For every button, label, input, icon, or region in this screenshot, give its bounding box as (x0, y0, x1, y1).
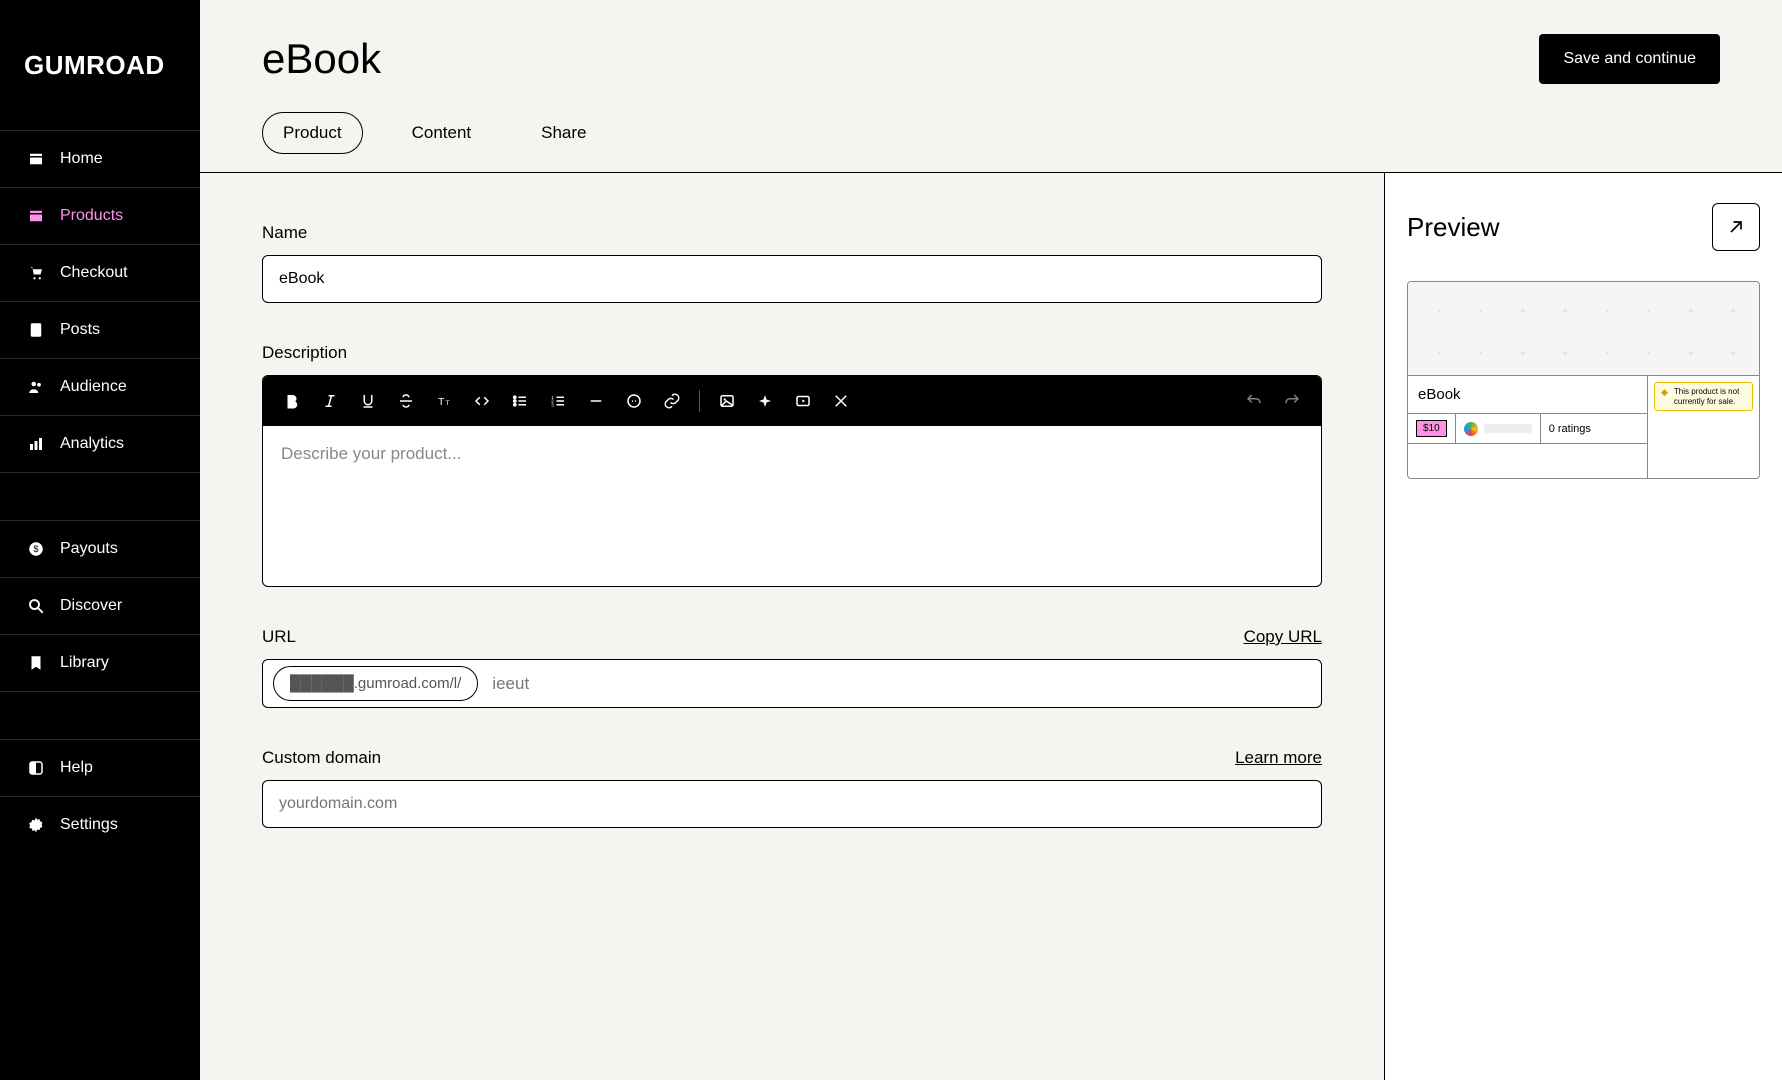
page-header: eBook Save and continue Product Content … (200, 0, 1782, 173)
tab-share[interactable]: Share (520, 112, 607, 154)
preview-product-title: eBook (1408, 376, 1647, 414)
cart-icon (26, 263, 46, 283)
toolbar-separator (699, 390, 700, 412)
preview-price: $10 (1408, 414, 1456, 443)
tab-product[interactable]: Product (262, 112, 363, 154)
preview-heading: Preview (1407, 212, 1499, 243)
url-prefix-pill[interactable]: ██████.gumroad.com/l/ (273, 666, 478, 701)
strikethrough-icon[interactable] (391, 386, 421, 416)
sidebar-item-label: Checkout (60, 264, 128, 282)
rich-text-editor: TT 123 (262, 375, 1322, 587)
name-input[interactable] (262, 255, 1322, 303)
library-icon (26, 653, 46, 673)
sidebar-item-label: Products (60, 207, 123, 225)
analytics-icon (26, 434, 46, 454)
sidebar-item-label: Posts (60, 321, 100, 339)
sparkle-icon[interactable] (750, 386, 780, 416)
ordered-list-icon[interactable]: 123 (543, 386, 573, 416)
sidebar-item-home[interactable]: Home (0, 130, 200, 187)
preview-seller (1456, 414, 1541, 443)
open-preview-button[interactable] (1712, 203, 1760, 251)
bullet-list-icon[interactable] (505, 386, 535, 416)
description-input[interactable]: Describe your product... (263, 426, 1321, 586)
preview-cover-placeholder (1408, 282, 1759, 376)
sidebar-item-label: Analytics (60, 435, 124, 453)
text-size-icon[interactable]: TT (429, 386, 459, 416)
tab-content[interactable]: Content (391, 112, 493, 154)
nav-primary: Home Products Checkout Posts Audience An… (0, 130, 200, 853)
custom-domain-input[interactable] (262, 780, 1322, 828)
svg-text:$: $ (33, 544, 38, 554)
italic-icon[interactable] (315, 386, 345, 416)
underline-icon[interactable] (353, 386, 383, 416)
url-input-wrapper: ██████.gumroad.com/l/ (262, 659, 1322, 708)
svg-text:3: 3 (551, 402, 554, 407)
warning-icon: ◆ (1661, 387, 1668, 406)
preview-card: eBook $10 0 ratings ◆ This produc (1407, 281, 1760, 479)
svg-text:T: T (438, 396, 445, 408)
link-icon[interactable] (657, 386, 687, 416)
copy-url-link[interactable]: Copy URL (1244, 627, 1322, 647)
products-icon (26, 206, 46, 226)
sidebar-item-audience[interactable]: Audience (0, 358, 200, 415)
sidebar-item-discover[interactable]: Discover (0, 577, 200, 634)
logo: GUMROAD (0, 0, 200, 130)
search-icon (26, 596, 46, 616)
save-and-continue-button[interactable]: Save and continue (1539, 34, 1720, 84)
bold-icon[interactable] (277, 386, 307, 416)
svg-text:T: T (446, 400, 450, 407)
name-label: Name (262, 223, 1322, 243)
sidebar-item-label: Settings (60, 816, 118, 834)
sidebar-item-analytics[interactable]: Analytics (0, 415, 200, 472)
code-icon[interactable] (467, 386, 497, 416)
posts-icon (26, 320, 46, 340)
help-icon (26, 758, 46, 778)
sidebar-item-label: Help (60, 759, 93, 777)
quote-icon[interactable] (619, 386, 649, 416)
sidebar-item-label: Payouts (60, 540, 118, 558)
learn-more-link[interactable]: Learn more (1235, 748, 1322, 768)
form-column: Name Description TT (200, 173, 1384, 1080)
sidebar-item-label: Audience (60, 378, 127, 396)
preview-description-area (1408, 444, 1647, 478)
undo-icon[interactable] (1239, 386, 1269, 416)
sidebar-item-checkout[interactable]: Checkout (0, 244, 200, 301)
sidebar-item-help[interactable]: Help (0, 739, 200, 796)
sidebar-item-label: Library (60, 654, 109, 672)
sidebar-item-settings[interactable]: Settings (0, 796, 200, 853)
sidebar-item-label: Discover (60, 597, 122, 615)
redo-icon[interactable] (1277, 386, 1307, 416)
page-title: eBook (262, 35, 381, 83)
external-link-icon (1726, 217, 1746, 237)
avatar-icon (1464, 422, 1478, 436)
x-twitter-icon[interactable] (826, 386, 856, 416)
audience-icon (26, 377, 46, 397)
preview-ratings: 0 ratings (1541, 414, 1647, 443)
rte-toolbar: TT 123 (263, 376, 1321, 426)
url-slug-input[interactable] (492, 674, 1311, 694)
tabs: Product Content Share (262, 112, 1720, 172)
payouts-icon: $ (26, 539, 46, 559)
sidebar-item-posts[interactable]: Posts (0, 301, 200, 358)
gear-icon (26, 815, 46, 835)
hr-icon[interactable] (581, 386, 611, 416)
sidebar-item-library[interactable]: Library (0, 634, 200, 691)
url-label: URL (262, 627, 296, 647)
preview-not-for-sale-notice: ◆ This product is not currently for sale… (1654, 382, 1753, 411)
preview-panel: Preview eBook $10 0 ratings (1384, 173, 1782, 1080)
video-icon[interactable] (788, 386, 818, 416)
image-icon[interactable] (712, 386, 742, 416)
sidebar: GUMROAD Home Products Checkout Posts Aud… (0, 0, 200, 1080)
sidebar-item-products[interactable]: Products (0, 187, 200, 244)
sidebar-item-label: Home (60, 150, 103, 168)
home-icon (26, 149, 46, 169)
sidebar-item-payouts[interactable]: $ Payouts (0, 520, 200, 577)
description-label: Description (262, 343, 1322, 363)
custom-domain-label: Custom domain (262, 748, 381, 768)
